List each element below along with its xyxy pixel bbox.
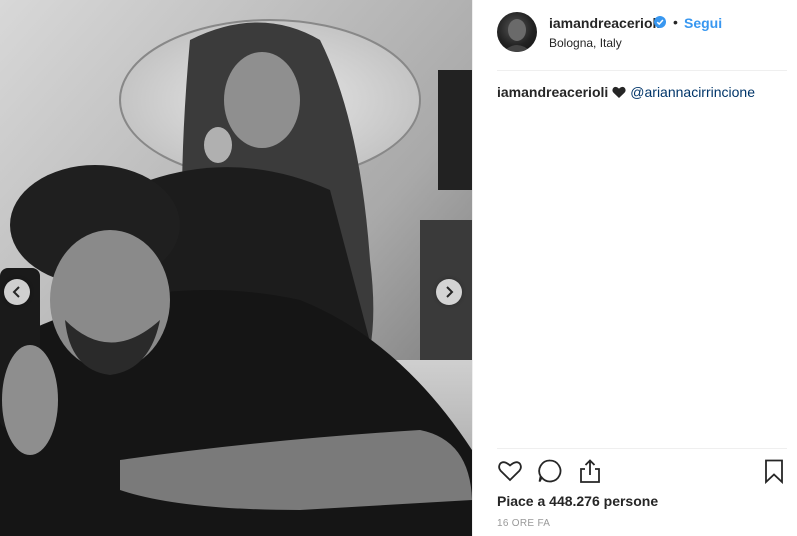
previous-photo-button[interactable] <box>4 279 30 305</box>
caption-username-link[interactable]: iamandreacerioli <box>497 84 608 100</box>
post-side-panel: iamandreacerioli • Segui Bologna, Italy … <box>472 0 797 536</box>
follow-button[interactable]: Segui <box>684 15 722 31</box>
post-caption: iamandreacerioli @ariannacirrincione <box>497 84 755 102</box>
share-button[interactable] <box>577 458 603 484</box>
username-link[interactable]: iamandreacerioli <box>549 15 660 31</box>
next-photo-button[interactable] <box>436 279 462 305</box>
photo-image <box>0 0 472 536</box>
comment-button[interactable] <box>537 458 563 484</box>
chevron-right-icon <box>446 286 454 298</box>
likes-count[interactable]: Piace a 448.276 persone <box>497 493 658 509</box>
verified-badge-icon <box>654 16 666 28</box>
black-heart-icon <box>612 86 626 102</box>
action-bar <box>497 458 787 486</box>
save-button[interactable] <box>761 458 787 484</box>
comment-icon <box>538 459 562 483</box>
heart-icon <box>498 461 522 482</box>
caption-mention-link[interactable]: @ariannacirrincione <box>630 84 755 100</box>
avatar[interactable] <box>497 12 537 52</box>
actions-divider <box>497 448 787 449</box>
separator-dot: • <box>673 14 678 30</box>
post-header: iamandreacerioli • Segui Bologna, Italy <box>497 12 787 56</box>
share-icon <box>580 459 600 483</box>
location-link[interactable]: Bologna, Italy <box>549 36 622 50</box>
header-divider <box>497 70 787 71</box>
bookmark-icon <box>765 459 783 484</box>
chevron-left-icon <box>12 286 20 298</box>
like-button[interactable] <box>497 458 523 484</box>
post-timestamp[interactable]: 16 ORE FA <box>497 518 550 529</box>
avatar-image <box>503 19 531 52</box>
post-photo[interactable] <box>0 0 472 536</box>
